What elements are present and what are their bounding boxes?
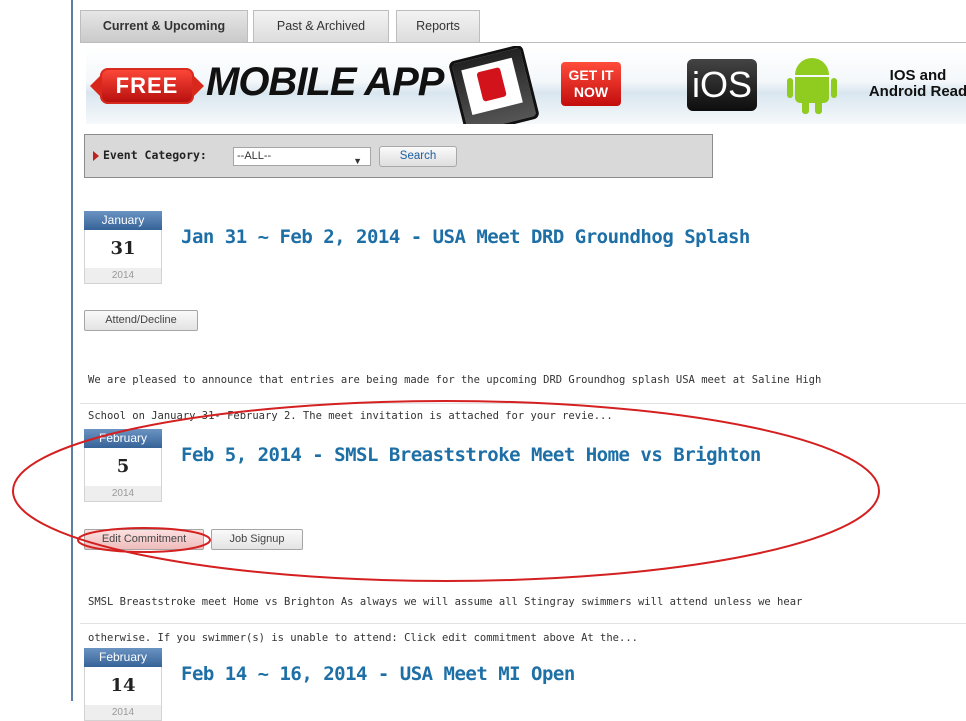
tab-divider xyxy=(80,42,966,43)
date-year: 2014 xyxy=(84,486,162,502)
date-badge: February 14 2014 xyxy=(84,648,162,721)
event-category-label: Event Category: xyxy=(103,148,207,162)
ios-badge: iOS xyxy=(687,59,757,111)
attend-decline-button[interactable]: Attend/Decline xyxy=(84,310,198,331)
tab-reports[interactable]: Reports xyxy=(396,10,480,42)
android-icon xyxy=(787,58,837,116)
banner-headline: MOBILE APP xyxy=(206,60,444,104)
ios-android-text: IOS and Android Read xyxy=(868,67,966,100)
date-year: 2014 xyxy=(84,268,162,284)
tab-current-upcoming[interactable]: Current & Upcoming xyxy=(80,10,248,43)
dropdown-caret-icon: ▼ xyxy=(353,156,362,166)
date-badge: February 5 2014 xyxy=(84,429,162,502)
event-title-link[interactable]: Feb 14 ~ 16, 2014 - USA Meet MI Open xyxy=(181,663,575,685)
event-title-link[interactable]: Feb 5, 2014 - SMSL Breaststroke Meet Hom… xyxy=(181,444,761,466)
mobile-app-banner[interactable]: FREE MOBILE APP GET IT NOW iOS IOS and A… xyxy=(86,46,966,124)
edit-commitment-button[interactable]: Edit Commitment xyxy=(84,529,204,550)
date-year: 2014 xyxy=(84,705,162,721)
get-it-now-button[interactable]: GET IT NOW xyxy=(561,62,621,106)
event-separator xyxy=(80,623,966,624)
tab-past-archived[interactable]: Past & Archived xyxy=(253,10,389,42)
event-filter-bar: Event Category: --ALL-- ▼ Search xyxy=(84,134,713,178)
phone-icon xyxy=(447,46,541,124)
event-category-select[interactable]: --ALL-- ▼ xyxy=(233,147,371,166)
event-description: SMSL Breaststroke meet Home vs Brighton … xyxy=(88,596,803,644)
date-month: February xyxy=(84,648,162,667)
event-description: We are pleased to announce that entries … xyxy=(88,374,822,422)
date-day: 31 xyxy=(84,230,162,268)
event-separator xyxy=(80,403,966,404)
free-badge: FREE xyxy=(90,68,204,104)
date-month: January xyxy=(84,211,162,230)
arrow-right-icon xyxy=(93,151,99,161)
job-signup-button[interactable]: Job Signup xyxy=(211,529,303,550)
search-button[interactable]: Search xyxy=(379,146,457,167)
date-day: 5 xyxy=(84,448,162,486)
date-badge: January 31 2014 xyxy=(84,211,162,284)
date-month: February xyxy=(84,429,162,448)
page-left-border xyxy=(71,0,73,701)
date-day: 14 xyxy=(84,667,162,705)
event-title-link[interactable]: Jan 31 ~ Feb 2, 2014 - USA Meet DRD Grou… xyxy=(181,226,750,248)
ondeck-logo-icon xyxy=(476,66,507,102)
